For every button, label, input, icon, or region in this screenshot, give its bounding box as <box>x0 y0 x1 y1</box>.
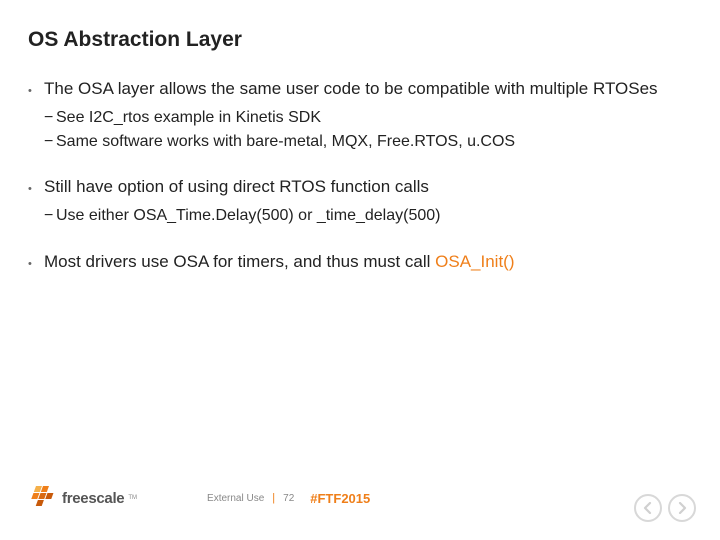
next-button[interactable] <box>668 494 696 522</box>
brand-logo: freescale TM <box>28 486 137 510</box>
bullet-dot-icon: • <box>28 78 44 99</box>
slide: OS Abstraction Layer • The OSA layer all… <box>0 0 720 540</box>
chevron-left-icon <box>643 502 653 514</box>
bullet-text: Still have option of using direct RTOS f… <box>44 176 688 199</box>
bullet-text: Most drivers use OSA for timers, and thu… <box>44 251 688 274</box>
sub-bullet-text: Use either OSA_Time.Delay(500) or _time_… <box>56 205 440 227</box>
dash-icon: − <box>44 131 56 153</box>
sub-bullet-text: See I2C_rtos example in Kinetis SDK <box>56 107 321 129</box>
bullet-text-pre: Most drivers use OSA for timers, and thu… <box>44 252 435 271</box>
bullet-dot-icon: • <box>28 251 44 272</box>
sub-bullet-text: Same software works with bare-metal, MQX… <box>56 131 515 153</box>
sub-bullet-item: − Use either OSA_Time.Delay(500) or _tim… <box>28 205 688 227</box>
trademark-icon: TM <box>128 495 137 501</box>
chevron-right-icon <box>677 502 687 514</box>
sub-bullet-item: − See I2C_rtos example in Kinetis SDK <box>28 107 688 129</box>
bullet-item: • Most drivers use OSA for timers, and t… <box>28 251 688 274</box>
nav-controls <box>634 494 696 522</box>
freescale-logo-icon <box>28 486 56 510</box>
page-number: 72 <box>283 493 294 504</box>
dash-icon: − <box>44 205 56 227</box>
bullet-dot-icon: • <box>28 176 44 197</box>
bullet-text: The OSA layer allows the same user code … <box>44 78 688 101</box>
slide-title: OS Abstraction Layer <box>28 28 688 52</box>
brand-name: freescale <box>62 490 124 507</box>
hashtag: #FTF2015 <box>310 491 370 506</box>
bullet-item: • The OSA layer allows the same user cod… <box>28 78 688 101</box>
slide-footer: freescale TM External Use | 72 #FTF2015 <box>0 478 720 518</box>
sub-bullet-item: − Same software works with bare-metal, M… <box>28 131 688 153</box>
prev-button[interactable] <box>634 494 662 522</box>
usage-label: External Use <box>207 493 264 504</box>
footer-meta: External Use | 72 #FTF2015 <box>207 491 370 506</box>
separator-icon: | <box>272 492 275 504</box>
slide-content: • The OSA layer allows the same user cod… <box>28 78 688 274</box>
dash-icon: − <box>44 107 56 129</box>
bullet-text-accent: OSA_Init() <box>435 252 514 271</box>
bullet-item: • Still have option of using direct RTOS… <box>28 176 688 199</box>
